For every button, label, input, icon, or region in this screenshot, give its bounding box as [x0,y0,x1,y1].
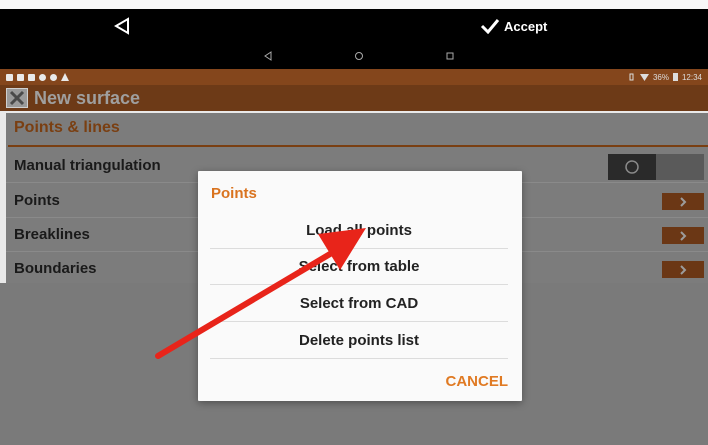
boundaries-arrow-button[interactable] [662,261,704,278]
menu-item-delete-points-list[interactable]: Delete points list [210,323,508,359]
nav-home-button[interactable] [349,47,369,65]
toggle-knob [608,154,656,180]
dialog-title: Points [211,185,257,202]
nav-back-button[interactable] [258,47,278,65]
menu-item-select-from-cad[interactable]: Select from CAD [210,286,508,322]
nav-back-icon [264,51,272,61]
toggle-off-icon [625,160,639,174]
row-label: Manual triangulation [14,157,161,174]
chevron-right-icon [680,196,687,207]
points-dialog: Points Load all points Select from table… [198,171,522,401]
row-label: Points [14,192,60,209]
accept-label: Accept [504,18,548,34]
wifi-icon [639,74,649,81]
cancel-button[interactable]: CANCEL [446,373,509,390]
notification-icon [39,73,46,81]
top-strip [0,0,708,9]
row-label: Boundaries [14,260,97,277]
notification-icon [28,73,35,81]
notification-icons [6,73,69,81]
nav-home-icon [355,52,363,60]
notification-icon [6,73,13,81]
nav-recents-icon [446,52,454,60]
menu-item-select-from-table[interactable]: Select from table [210,249,508,285]
menu-item-load-all-points[interactable]: Load all points [210,213,508,249]
check-icon [480,19,500,34]
points-arrow-button[interactable] [662,193,704,210]
notification-icon [17,73,24,81]
app-bar: New surface [0,85,708,111]
status-bar: 36% 12:34 [0,69,708,85]
back-button[interactable] [100,9,144,43]
battery-percent: 36% [652,72,669,82]
chevron-right-icon [680,264,687,275]
clock: 12:34 [681,72,702,82]
status-right: 36% 12:34 [627,73,702,82]
section-divider [8,145,708,147]
breaklines-arrow-button[interactable] [662,227,704,244]
page-title: New surface [34,87,141,108]
vibrate-icon [629,73,634,81]
system-nav-bar [0,43,708,69]
manual-triangulation-toggle[interactable] [608,154,704,180]
chevron-right-icon [680,230,687,241]
app-logo-icon[interactable] [6,88,28,108]
battery-icon [672,73,678,81]
action-bar: Accept [0,9,708,43]
logo-mark-icon [9,90,25,106]
notification-icon [50,73,57,81]
row-label: Breaklines [14,226,90,243]
nav-recents-button[interactable] [440,47,460,65]
toggle-track [656,154,704,180]
warning-icon [61,73,69,81]
accept-button[interactable]: Accept [480,9,570,43]
back-triangle-icon [114,17,129,35]
section-title: Points & lines [14,119,120,136]
